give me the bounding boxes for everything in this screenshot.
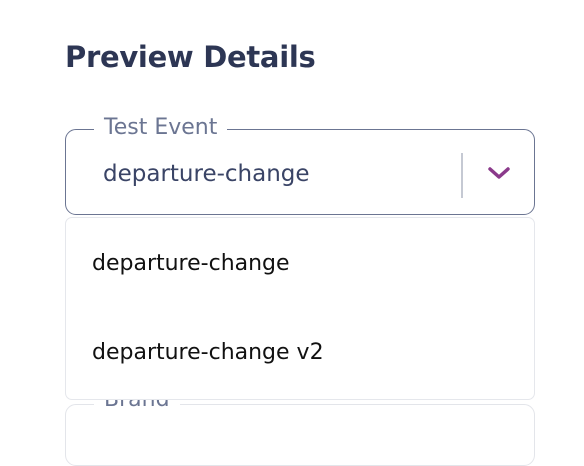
test-event-dropdown-menu: departure-change departure-change v2	[65, 217, 535, 400]
page-title: Preview Details	[65, 40, 316, 74]
test-event-value: departure-change	[103, 161, 310, 187]
test-event-select[interactable]: Test Event departure-change	[65, 113, 535, 215]
chevron-down-icon[interactable]	[487, 165, 511, 181]
dropdown-option[interactable]: departure-change v2	[92, 338, 324, 368]
brand-select[interactable]: Brand	[65, 385, 535, 466]
dropdown-option[interactable]: departure-change	[92, 249, 290, 279]
test-event-label: Test Event	[94, 113, 228, 143]
select-divider	[461, 153, 463, 198]
